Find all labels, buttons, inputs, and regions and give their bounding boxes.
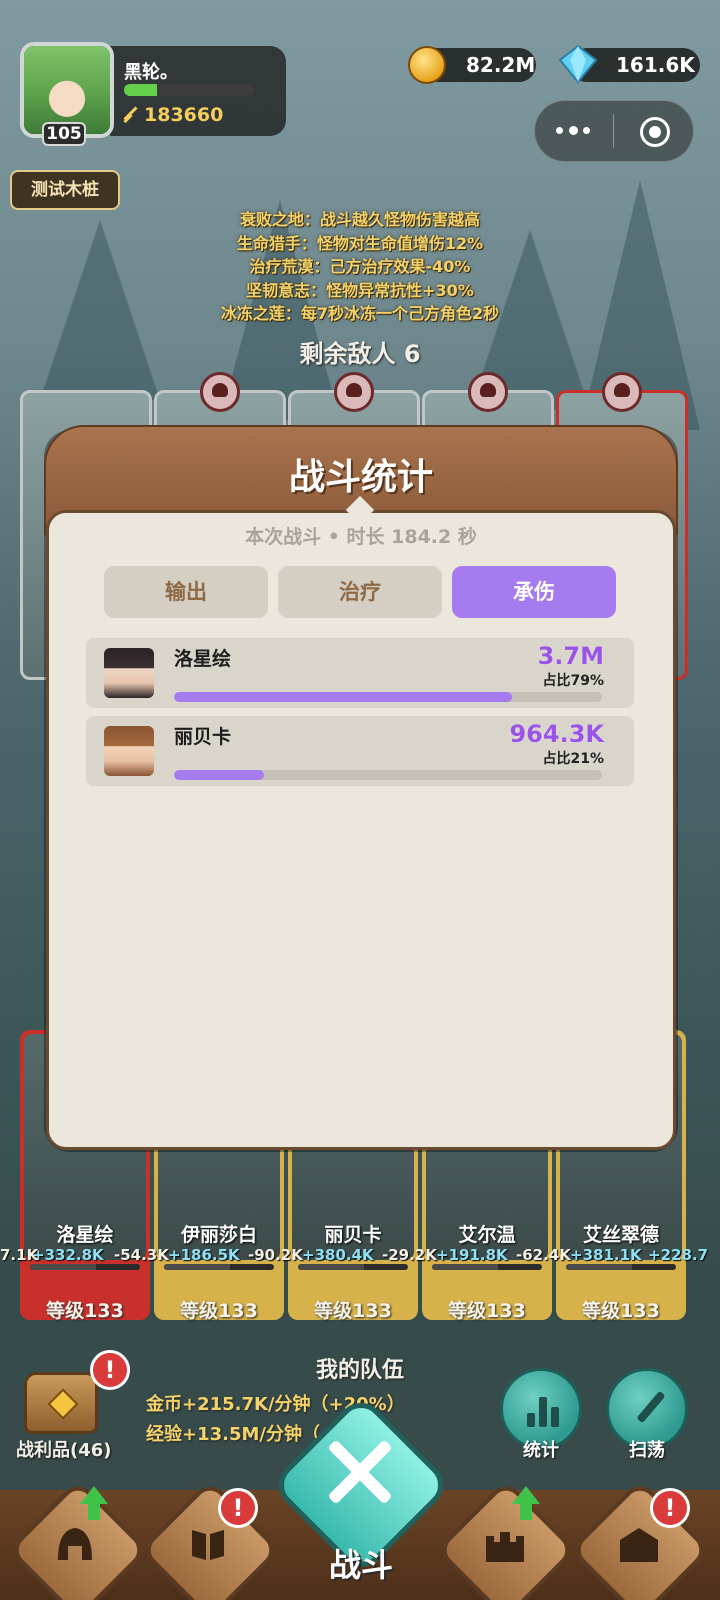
enemies-left: 剩余敌人 6: [299, 340, 421, 368]
hero-hp-bar: [566, 1264, 676, 1270]
sword-icon: [120, 105, 140, 125]
hero-stat: +191.8K: [436, 1246, 508, 1264]
bar-chart-icon: [527, 1393, 561, 1427]
xp-bar-fill: [124, 84, 157, 96]
stat-row-bar-fill: [174, 770, 264, 780]
gem-icon: [558, 44, 598, 84]
hero-name: 艾丝翠德: [582, 1224, 659, 1246]
crossed-swords-icon: [320, 1432, 400, 1512]
hero-name: 洛星绘: [56, 1224, 114, 1246]
player-xp-bar: [124, 84, 254, 96]
hero-name: 丽贝卡: [324, 1224, 382, 1246]
close-target-icon[interactable]: [640, 117, 670, 147]
avatar-portrait: [24, 46, 110, 134]
stat-row-share: 占比79%: [542, 673, 604, 689]
modifier-line: 冰冻之莲：每7秒冰冻一个己方角色2秒: [220, 304, 500, 323]
modifier-line: 治疗荒漠：己方治疗效果-40%: [249, 257, 471, 276]
stat-row-bar-fill: [174, 692, 513, 702]
stats-button-label: 统计: [523, 1440, 559, 1461]
skull-icon: [334, 372, 374, 412]
sweep-button-label: 扫荡: [629, 1440, 665, 1461]
stat-row-value: 3.7M: [537, 642, 604, 670]
loot-chest-icon[interactable]: [24, 1372, 98, 1434]
hero-level: 等级133: [180, 1300, 258, 1322]
skull-icon: [468, 372, 508, 412]
hero-name: 艾尔温: [458, 1224, 516, 1246]
hero-avatar: [104, 726, 154, 776]
hero-level: 等级133: [314, 1300, 392, 1322]
stat-row-share: 占比21%: [542, 751, 604, 767]
player-level-badge: 105: [42, 122, 86, 146]
loot-alert-icon: !: [90, 1350, 130, 1390]
hero-stat: +228.7: [648, 1246, 709, 1264]
hero-hp-bar: [30, 1264, 140, 1270]
stat-row-name: 洛星绘: [174, 648, 232, 670]
stat-row-bar: [174, 692, 602, 702]
modal-title: 战斗统计: [288, 457, 433, 498]
hero-hp-bar: [164, 1264, 274, 1270]
modifier-line: 衰败之地：战斗越久怪物伤害越高: [239, 210, 480, 229]
hero-stat: +381.1K: [570, 1246, 642, 1264]
stat-row[interactable]: 丽贝卡 964.3K 占比21%: [86, 716, 634, 786]
hero-stat: -90.2K: [248, 1246, 303, 1264]
stat-row-name: 丽贝卡: [174, 726, 232, 748]
player-power: 183660: [120, 104, 223, 126]
skull-icon: [602, 372, 642, 412]
hero-level: 等级133: [582, 1300, 660, 1322]
map-alert-icon: !: [218, 1488, 258, 1528]
tab-healing[interactable]: 治疗: [278, 566, 442, 618]
mode-chip[interactable]: 测试木桩: [10, 170, 120, 210]
background-mountain: [40, 220, 160, 400]
broom-icon: [633, 1389, 667, 1429]
hero-stat: -62.4K: [516, 1246, 571, 1264]
tab-damage[interactable]: 输出: [104, 566, 268, 618]
hero-stat: +380.4K: [302, 1246, 374, 1264]
player-name: 黑轮。: [124, 62, 178, 83]
hero-stat: +186.5K: [168, 1246, 240, 1264]
tab-damage-taken[interactable]: 承伤: [452, 566, 616, 618]
shop-icon: [620, 1528, 658, 1562]
hero-avatar: [104, 648, 154, 698]
player-power-value: 183660: [144, 104, 224, 126]
hero-stat: +332.8K: [32, 1246, 104, 1264]
castle-icon: [486, 1532, 524, 1562]
hero-level: 等级133: [448, 1300, 526, 1322]
stat-row-bar: [174, 770, 602, 780]
battle-modifiers: 衰败之地：战斗越久怪物伤害越高 生命猎手：怪物对生命值增伤12% 治疗荒漠：己方…: [170, 208, 550, 326]
upgrade-arrow-icon: [512, 1486, 540, 1520]
gem-amount: 161.6K: [616, 53, 695, 77]
battle-button-label: 战斗: [328, 1546, 393, 1584]
modifier-line: 生命猎手：怪物对生命值增伤12%: [236, 233, 484, 253]
modifier-line: 坚韧意志：怪物异常抗性+30%: [246, 280, 474, 300]
hero-stat: -54.3K: [114, 1246, 169, 1264]
hero-stat: -29.2K: [382, 1246, 437, 1264]
gold-amount: 82.2M: [466, 53, 536, 77]
hero-hp-bar: [432, 1264, 542, 1270]
map-icon: [192, 1530, 224, 1560]
skull-icon: [200, 372, 240, 412]
helmet-icon: [58, 1528, 92, 1560]
upgrade-arrow-icon: [80, 1486, 108, 1520]
battle-duration-info: 本次战斗 • 时长 184.2 秒: [245, 526, 477, 548]
gold-coin-icon: [408, 46, 446, 84]
stat-row[interactable]: 洛星绘 3.7M 占比79%: [86, 638, 634, 708]
hero-hp-bar: [298, 1264, 408, 1270]
shop-alert-icon: !: [650, 1488, 690, 1528]
more-dots-icon[interactable]: [556, 124, 590, 136]
stat-row-value: 964.3K: [509, 720, 604, 748]
loot-label: 战利品(46): [16, 1440, 112, 1461]
capsule-divider: [613, 114, 614, 148]
hero-name: 伊丽莎白: [180, 1224, 257, 1246]
hero-level: 等级133: [46, 1300, 124, 1322]
